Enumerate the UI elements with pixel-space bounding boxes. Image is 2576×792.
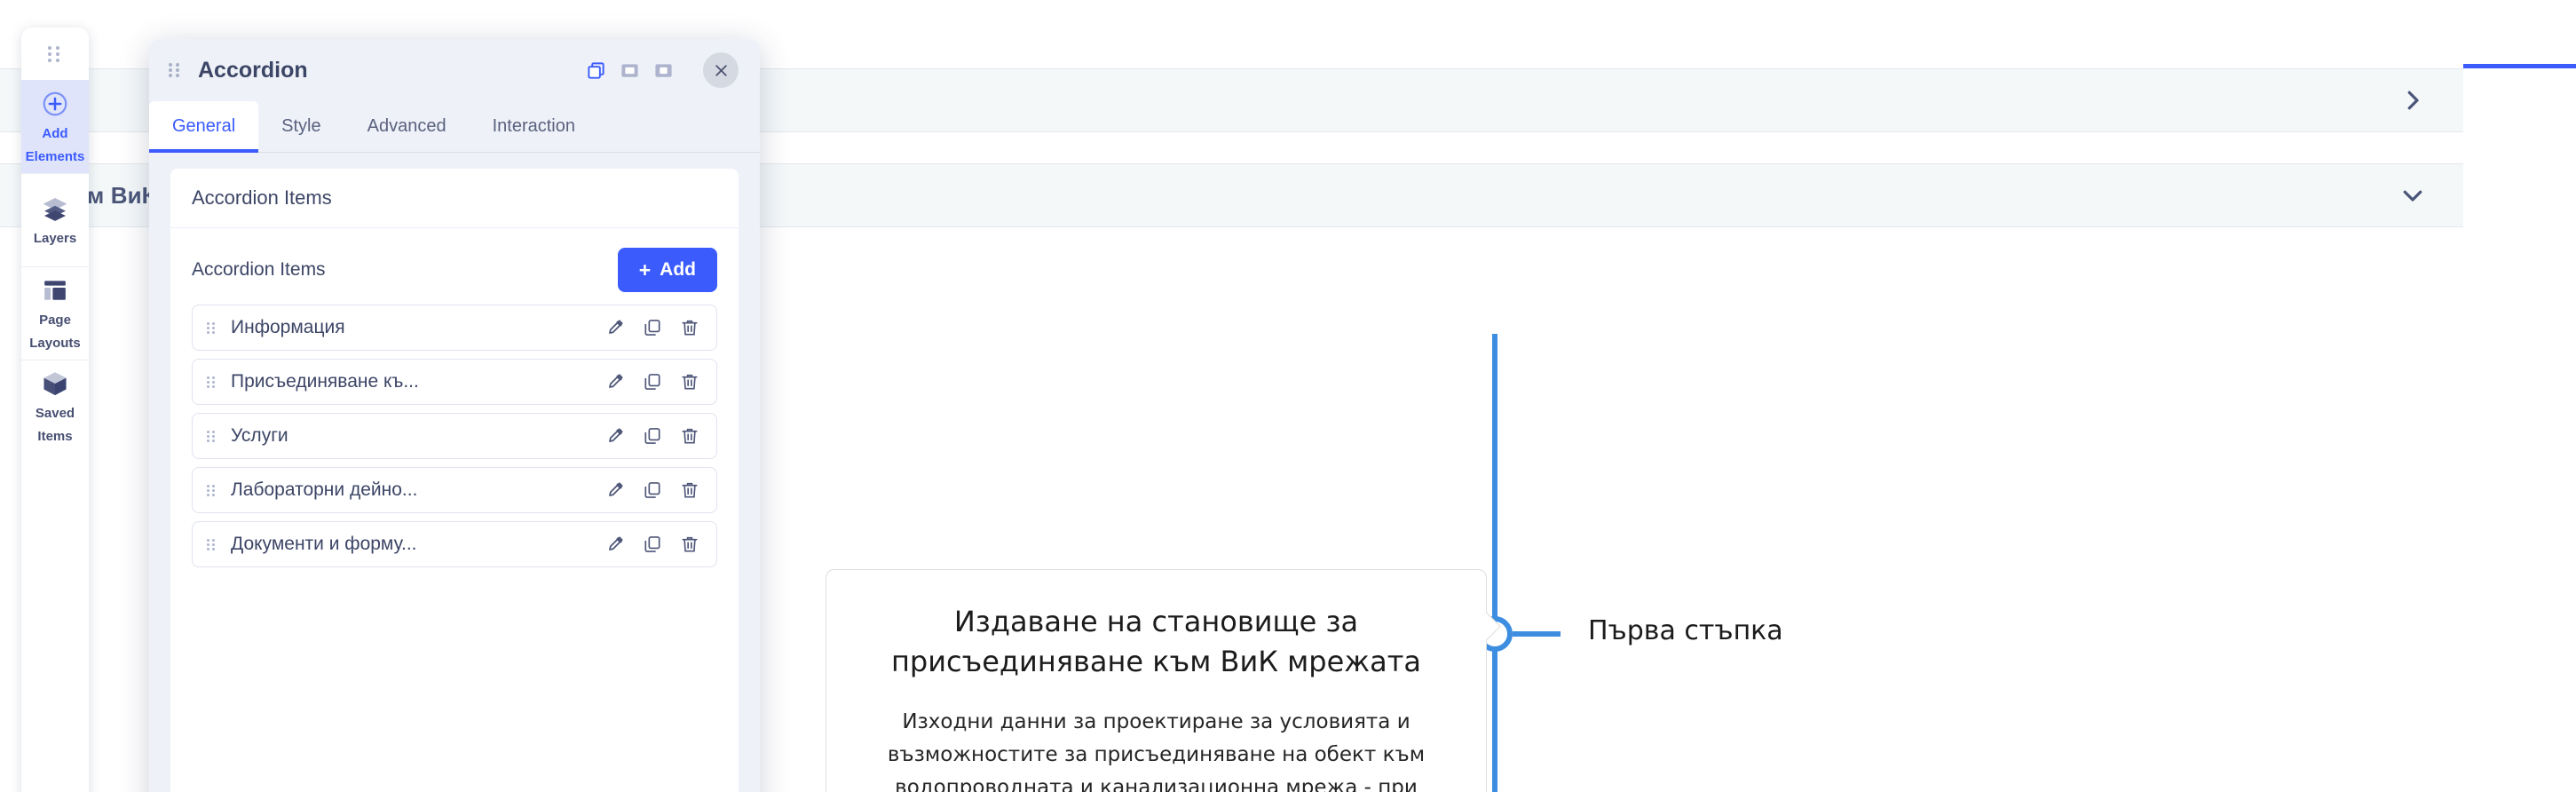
window-medium-icon[interactable] (618, 59, 641, 82)
list-item-actions (604, 479, 700, 502)
layers-icon (41, 194, 69, 224)
window-restore-icon[interactable] (584, 59, 607, 82)
list-item-title: Присъединяване къ... (231, 371, 419, 392)
add-item-button[interactable]: + Add (617, 248, 717, 292)
window-size-buttons (584, 59, 675, 82)
pencil-icon[interactable] (604, 371, 626, 393)
tab-style[interactable]: Style (258, 101, 344, 152)
list-item-actions (604, 371, 700, 393)
rail-drag-handle[interactable] (21, 28, 89, 80)
modal-title: Accordion (198, 57, 308, 83)
copy-icon[interactable] (641, 317, 663, 339)
pencil-icon[interactable] (604, 425, 626, 447)
list-item-title: Услуги (231, 425, 288, 446)
list-item-title: Лабораторни дейно... (231, 479, 418, 500)
step-card-heading: Издаване на становище за присъединяване … (891, 605, 1421, 679)
cube-icon (41, 368, 69, 399)
close-icon[interactable] (703, 52, 739, 88)
sidebar-item-layers[interactable]: Layers (21, 173, 89, 266)
drag-handle-icon[interactable] (207, 321, 217, 334)
sidebar-item-page-layouts[interactable]: Page Layouts (21, 266, 89, 360)
list-item-actions (604, 425, 700, 447)
pencil-icon[interactable] (604, 317, 626, 339)
trash-icon[interactable] (678, 534, 700, 556)
step-card-paragraph-1: Изходни данни за проектиране за условият… (887, 709, 1426, 792)
tab-interaction[interactable]: Interaction (470, 101, 598, 152)
step-content-card: Издаване на становище за присъединяване … (826, 569, 1487, 792)
sidebar-label-line-1: Page (39, 313, 71, 329)
card-title: Accordion Items (170, 169, 739, 228)
pencil-icon[interactable] (604, 534, 626, 556)
accordion-items-list: Информация Присъединяване къ... Услуги Л… (192, 305, 717, 567)
plus-icon: + (638, 257, 652, 281)
list-item[interactable]: Документи и форму... (192, 521, 717, 567)
modal-tabs: General Style Advanced Interaction (149, 101, 760, 153)
list-item[interactable]: Информация (192, 305, 717, 351)
page-layouts-icon (42, 275, 68, 305)
trash-icon[interactable] (678, 479, 700, 502)
list-item-actions (604, 317, 700, 339)
window-small-icon[interactable] (652, 59, 675, 82)
sidebar-label-line-1: Layers (33, 231, 77, 247)
timeline-step-label: Първа стъпка (1588, 615, 1783, 646)
timeline-connector (1513, 631, 1561, 637)
canvas-top-accent-line (2463, 64, 2576, 68)
app-root: е към ВиК-мрежата Първа стъпка Издаване … (0, 0, 2576, 792)
sidebar-item-saved-items[interactable]: Saved Items (21, 360, 89, 453)
drag-dots-icon (47, 45, 63, 62)
list-item-title: Информация (231, 317, 345, 337)
tab-advanced[interactable]: Advanced (344, 101, 470, 152)
accordion-items-card: Accordion Items Accordion Items + Add Ин… (170, 169, 739, 792)
sidebar-label-line-2: Layouts (29, 336, 81, 351)
drag-dots-icon[interactable] (169, 62, 182, 78)
copy-icon[interactable] (641, 425, 663, 447)
list-item-title: Документи и форму... (231, 534, 417, 554)
copy-icon[interactable] (641, 534, 663, 556)
drag-handle-icon[interactable] (207, 484, 217, 496)
list-item[interactable]: Присъединяване къ... (192, 359, 717, 405)
card-body: Accordion Items + Add Информация Присъед… (170, 228, 739, 567)
left-tool-rail: Add Elements Layers Page Layouts Saved I… (21, 28, 89, 792)
sidebar-label-line-1: Add (42, 125, 68, 141)
list-item-actions (604, 534, 700, 556)
trash-icon[interactable] (678, 425, 700, 447)
modal-title-bar[interactable]: Accordion (149, 39, 760, 101)
drag-handle-icon[interactable] (207, 430, 217, 442)
sidebar-label-line-2: Elements (25, 148, 85, 164)
accordion-items-label: Accordion Items (192, 259, 326, 280)
list-item[interactable]: Услуги (192, 413, 717, 459)
element-settings-modal: Accordion General Style Advanced Interac… (149, 39, 760, 792)
chevron-down-icon[interactable] (2398, 180, 2428, 210)
modal-panel-area: Accordion Items Accordion Items + Add Ин… (149, 153, 760, 792)
drag-handle-icon[interactable] (207, 376, 217, 388)
pencil-icon[interactable] (604, 479, 626, 502)
copy-icon[interactable] (641, 479, 663, 502)
sidebar-label-line-2: Items (37, 429, 73, 444)
sidebar-item-add-elements[interactable]: Add Elements (21, 80, 89, 173)
chevron-right-icon[interactable] (2398, 85, 2428, 115)
add-button-label: Add (660, 259, 696, 280)
sidebar-label-line-1: Saved (35, 406, 75, 422)
trash-icon[interactable] (678, 317, 700, 339)
drag-handle-icon[interactable] (207, 538, 217, 550)
copy-icon[interactable] (641, 371, 663, 393)
trash-icon[interactable] (678, 371, 700, 393)
timeline-axis (1492, 334, 1497, 792)
accordion-items-section-row: Accordion Items + Add (192, 248, 717, 292)
list-item[interactable]: Лабораторни дейно... (192, 467, 717, 513)
plus-circle-icon (41, 89, 69, 119)
tab-general[interactable]: General (149, 101, 259, 153)
